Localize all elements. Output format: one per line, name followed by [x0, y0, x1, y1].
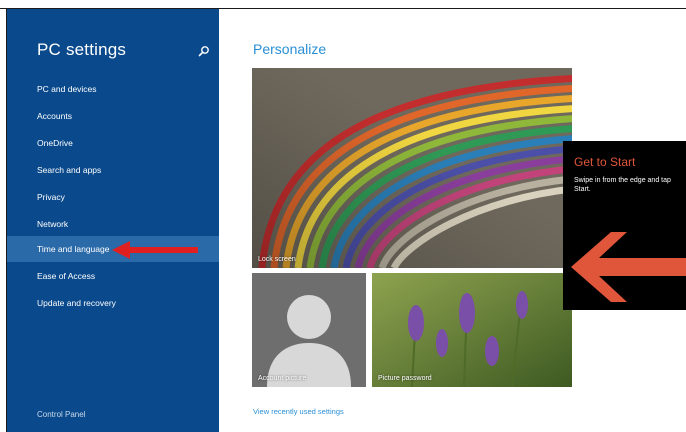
- lock-screen-tile[interactable]: Lock screen: [252, 68, 572, 268]
- sidebar-item-accounts[interactable]: Accounts: [7, 103, 219, 129]
- account-picture-tile[interactable]: Account picture: [252, 273, 366, 387]
- window-left-border: [0, 9, 7, 432]
- sidebar-item-privacy[interactable]: Privacy: [7, 184, 219, 210]
- sidebar-item-ease-of-access[interactable]: Ease of Access: [7, 263, 219, 289]
- account-picture-label: Account picture: [258, 375, 307, 382]
- control-panel-link[interactable]: Control Panel: [37, 410, 85, 419]
- tip-body: Swipe in from the edge and tap Start.: [574, 177, 671, 193]
- sidebar-item-search-and-apps[interactable]: Search and apps: [7, 157, 219, 183]
- lock-screen-label: Lock screen: [258, 256, 296, 263]
- picture-password-label: Picture password: [378, 375, 432, 382]
- window-top-border: [0, 0, 686, 9]
- sidebar-item-pc-and-devices[interactable]: PC and devices: [7, 76, 219, 102]
- sidebar-item-onedrive[interactable]: OneDrive: [7, 130, 219, 156]
- sidebar-item-network[interactable]: Network: [7, 211, 219, 237]
- red-arrow-icon: [112, 241, 198, 259]
- page-title: Personalize: [253, 41, 327, 57]
- sidebar: PC settings PC and devices Accounts OneD…: [7, 9, 219, 432]
- search-icon[interactable]: [198, 45, 210, 57]
- account-avatar-icon: [252, 273, 366, 387]
- recently-used-settings-link[interactable]: View recently used settings: [253, 407, 344, 416]
- picture-password-tile[interactable]: Picture password: [372, 273, 572, 387]
- get-to-start-tip: Get to Start Swipe in from the edge and …: [563, 141, 686, 310]
- tip-title: Get to Start: [574, 155, 636, 169]
- sidebar-item-update-and-recovery[interactable]: Update and recovery: [7, 290, 219, 316]
- picture-password-image: [372, 273, 572, 387]
- left-arrow-icon: [571, 232, 686, 302]
- lock-screen-image: [252, 68, 572, 268]
- sidebar-title: PC settings: [37, 40, 127, 59]
